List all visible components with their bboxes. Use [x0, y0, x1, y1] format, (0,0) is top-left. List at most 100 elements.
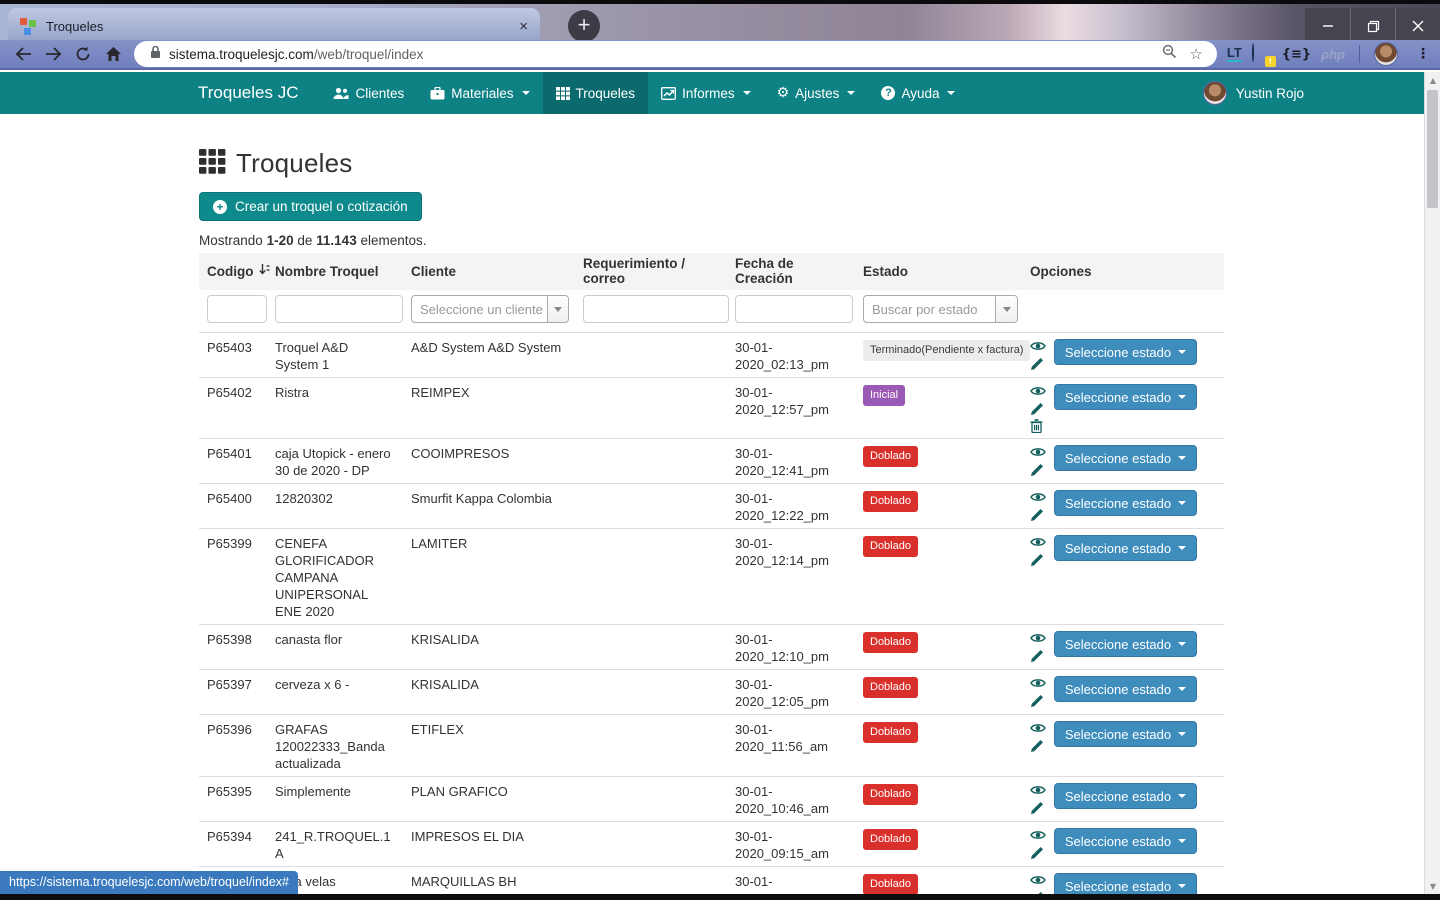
new-tab-button[interactable]: + [568, 10, 600, 42]
view-icon[interactable] [1030, 385, 1045, 400]
nav-item-troqueles[interactable]: Troqueles [543, 72, 649, 114]
view-icon[interactable] [1030, 677, 1045, 692]
view-icon[interactable] [1030, 446, 1045, 461]
edit-icon[interactable] [1030, 553, 1045, 568]
row-requerimiento [575, 529, 727, 624]
seleccione-estado-button[interactable]: Seleccione estado [1054, 783, 1197, 809]
user-menu[interactable]: Yustin Rojo [1203, 72, 1304, 114]
header-cliente[interactable]: Cliente [403, 253, 575, 290]
nav-item-materiales[interactable]: Materiales [417, 72, 542, 114]
header-fecha[interactable]: Fecha de Creación [727, 253, 855, 290]
zoom-page-icon[interactable] [1162, 44, 1177, 64]
delete-icon[interactable] [1030, 419, 1045, 434]
view-icon[interactable] [1030, 722, 1045, 737]
brand[interactable]: Troqueles JC [198, 72, 298, 114]
table-row: P65393 Caja velas MARQUILLAS BH 30-01-20… [199, 866, 1224, 894]
edit-icon[interactable] [1030, 739, 1045, 754]
edit-icon[interactable] [1030, 801, 1045, 816]
row-nombre: 12820302 [267, 484, 403, 528]
seleccione-estado-button[interactable]: Seleccione estado [1054, 828, 1197, 854]
view-icon[interactable] [1030, 340, 1045, 355]
row-requerimiento [575, 625, 727, 669]
tab-close-icon[interactable]: × [519, 18, 528, 35]
filter-row: Seleccione un cliente Buscar por estado [199, 290, 1224, 333]
filter-requerimiento-input[interactable] [583, 295, 729, 323]
row-nombre: caja Utopick - enero 30 de 2020 - DP [267, 439, 403, 483]
home-button[interactable] [98, 41, 128, 67]
browser-tab[interactable]: Troqueles × [8, 8, 540, 44]
globe-extension-icon[interactable]: ! [1252, 44, 1272, 64]
seleccione-estado-button[interactable]: Seleccione estado [1054, 721, 1197, 747]
seleccione-estado-button[interactable]: Seleccione estado [1054, 490, 1197, 516]
nav-item-clientes[interactable]: Clientes [320, 72, 417, 114]
view-icon[interactable] [1030, 784, 1045, 799]
languagetool-extension-icon[interactable]: LT [1227, 46, 1242, 62]
seleccione-estado-button[interactable]: Seleccione estado [1054, 535, 1197, 561]
json-extension-icon[interactable]: {≡} [1282, 47, 1311, 62]
seleccione-estado-button[interactable]: Seleccione estado [1054, 445, 1197, 471]
edit-icon[interactable] [1030, 357, 1045, 372]
table-body: P65403 Troquel A&D System 1 A&D System A… [199, 333, 1224, 894]
php-extension-icon[interactable]: php [1321, 47, 1345, 62]
edit-icon[interactable] [1030, 463, 1045, 478]
tab-title: Troqueles [46, 19, 511, 34]
seleccione-estado-button[interactable]: Seleccione estado [1054, 873, 1197, 894]
header-nombre[interactable]: Nombre Troquel [267, 253, 403, 290]
edit-icon[interactable] [1030, 846, 1045, 861]
row-codigo: P65396 [199, 715, 267, 776]
filter-fecha-input[interactable] [735, 295, 853, 323]
seleccione-estado-button[interactable]: Seleccione estado [1054, 631, 1197, 657]
edit-icon[interactable] [1030, 649, 1045, 664]
scrollbar-thumb[interactable] [1427, 90, 1438, 208]
restore-button[interactable] [1350, 8, 1395, 44]
header-codigo[interactable]: Codigo [199, 253, 267, 290]
grid-icon [199, 149, 226, 179]
edit-icon[interactable] [1030, 508, 1045, 523]
view-icon[interactable] [1030, 491, 1045, 506]
nav-item-ajustes[interactable]: ⚙ Ajustes [764, 72, 869, 114]
scroll-down-icon[interactable]: ▼ [1425, 878, 1440, 894]
bookmark-star-icon[interactable]: ☆ [1189, 45, 1202, 63]
scroll-up-icon[interactable]: ▲ [1425, 72, 1440, 88]
edit-icon[interactable] [1030, 402, 1045, 417]
header-estado[interactable]: Estado [855, 253, 1022, 290]
filter-cliente-select[interactable]: Seleccione un cliente [411, 295, 569, 323]
forward-button[interactable] [38, 41, 68, 67]
vertical-scrollbar[interactable]: ▲ ▼ [1424, 72, 1440, 894]
status-badge: Doblado [863, 632, 918, 653]
view-icon[interactable] [1030, 874, 1045, 889]
browser-menu-icon[interactable]: ⋮ [1416, 46, 1430, 62]
row-requerimiento [575, 333, 727, 377]
seleccione-estado-button[interactable]: Seleccione estado [1054, 676, 1197, 702]
browser-profile-avatar[interactable] [1374, 42, 1398, 66]
reload-button[interactable] [68, 41, 98, 67]
filter-nombre-input[interactable] [275, 295, 403, 323]
nav-label: Clientes [355, 86, 404, 101]
browser-toolbar: sistema.troquelesjc.com/web/troquel/inde… [0, 40, 1440, 70]
filter-codigo-input[interactable] [207, 295, 267, 323]
row-fecha: 30-01-2020_12:10_pm [727, 625, 855, 669]
back-button[interactable] [8, 41, 38, 67]
row-requerimiento [575, 670, 727, 714]
header-requerimiento[interactable]: Requerimiento / correo [575, 253, 727, 290]
view-icon[interactable] [1030, 829, 1045, 844]
create-troquel-button[interactable]: + Crear un troquel o cotización [199, 192, 422, 221]
edit-icon[interactable] [1030, 694, 1045, 709]
view-icon[interactable] [1030, 536, 1045, 551]
chevron-down-icon [947, 91, 955, 95]
seleccione-estado-button[interactable]: Seleccione estado [1054, 339, 1197, 365]
seleccione-estado-button[interactable]: Seleccione estado [1054, 384, 1197, 410]
nav-item-informes[interactable]: Informes [648, 72, 764, 114]
row-codigo: P65397 [199, 670, 267, 714]
status-badge: Doblado [863, 829, 918, 850]
minimize-button[interactable] [1305, 8, 1350, 44]
filter-estado-select[interactable]: Buscar por estado [863, 295, 1018, 323]
status-badge: Doblado [863, 784, 918, 805]
row-fecha: 30-01-2020_12:41_pm [727, 439, 855, 483]
chevron-down-icon [1178, 642, 1186, 646]
address-bar[interactable]: sistema.troquelesjc.com/web/troquel/inde… [134, 41, 1217, 67]
view-icon[interactable] [1030, 632, 1045, 647]
nav-item-ayuda[interactable]: ? Ayuda [868, 72, 968, 114]
toolbar-separator [1359, 45, 1360, 63]
close-window-button[interactable] [1395, 8, 1440, 44]
